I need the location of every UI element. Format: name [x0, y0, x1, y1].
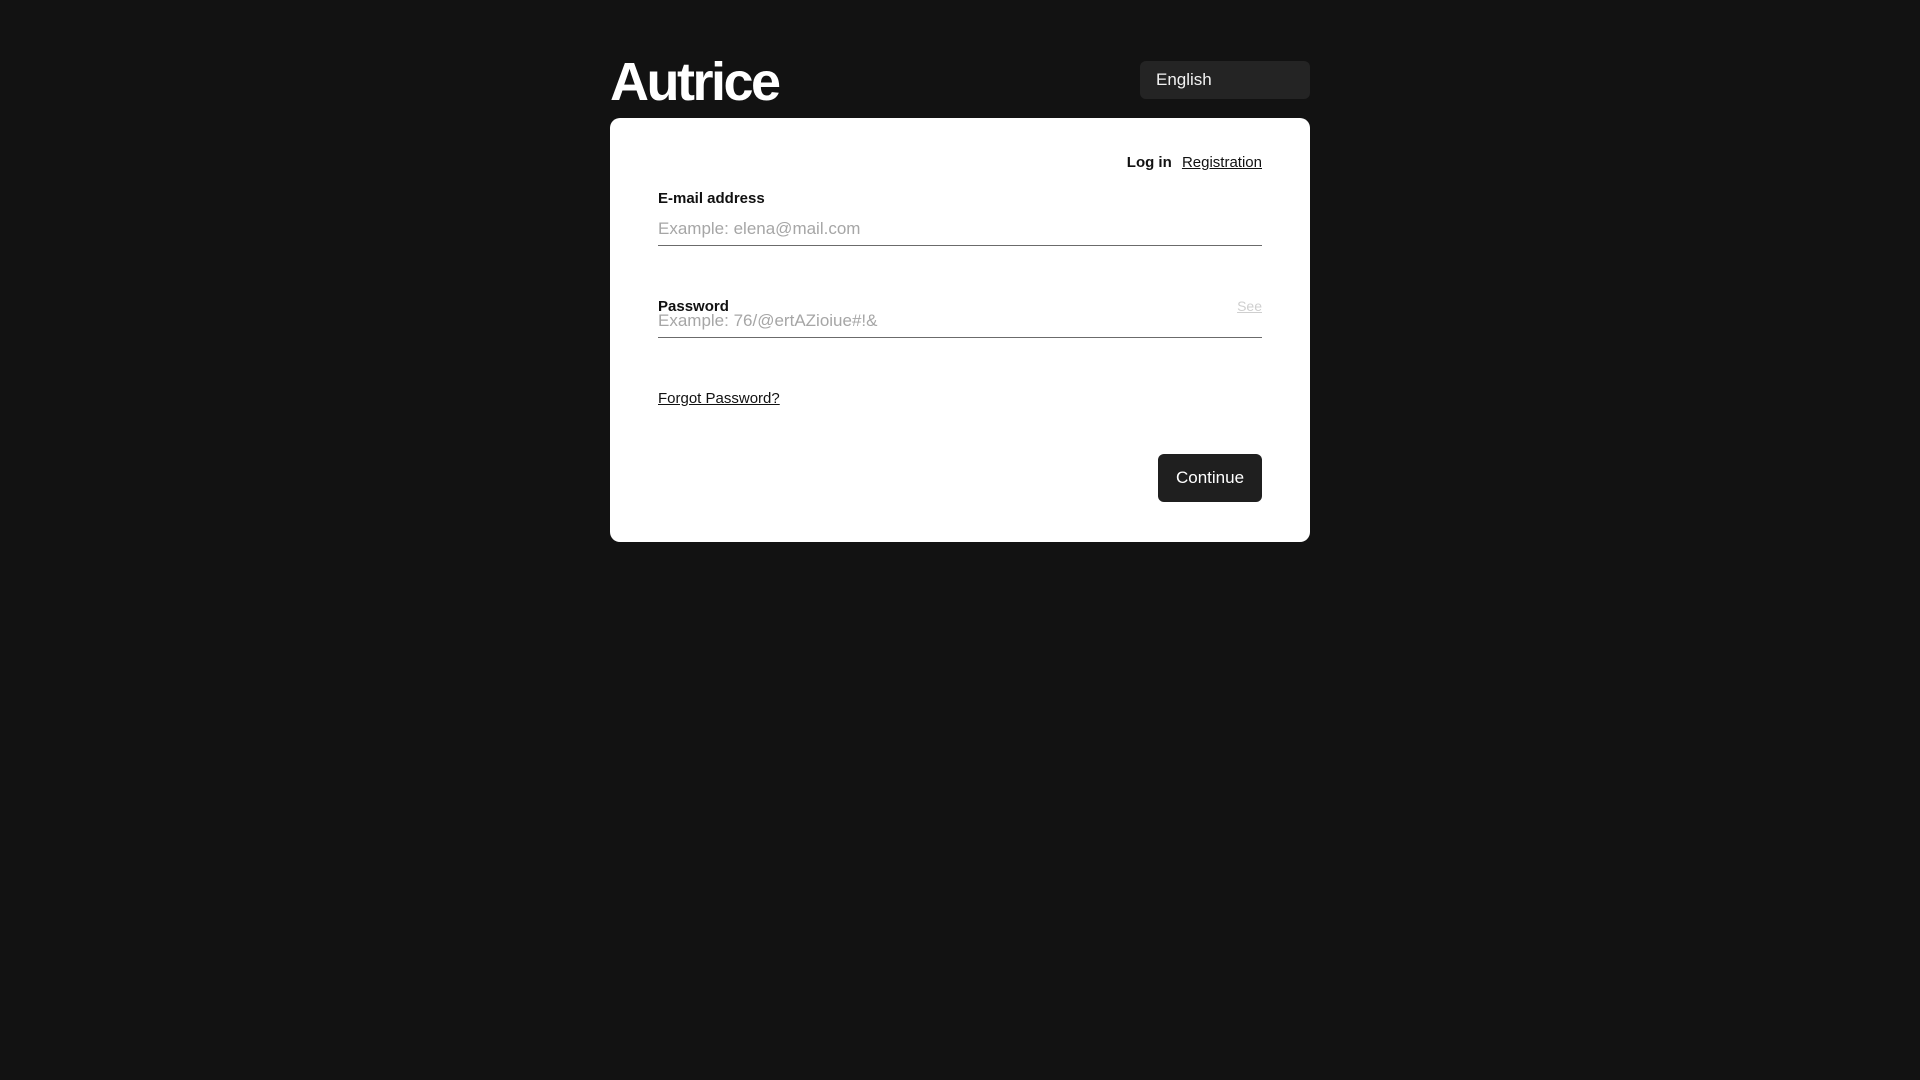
email-input[interactable] [658, 212, 1262, 246]
language-select[interactable]: English [1140, 61, 1310, 99]
login-container: Autrice English Log in Registration E-ma… [610, 52, 1310, 542]
header: Autrice English [610, 52, 1310, 118]
email-label: E-mail address [658, 190, 765, 207]
forgot-password-link[interactable]: Forgot Password? [658, 390, 780, 407]
brand-logo: Autrice [610, 52, 781, 112]
login-card: Log in Registration E-mail address Passw… [610, 118, 1310, 542]
continue-button[interactable]: Continue [1158, 454, 1262, 502]
tab-registration[interactable]: Registration [1182, 154, 1262, 171]
auth-tabs: Log in Registration [1127, 154, 1262, 171]
password-input[interactable] [658, 304, 1262, 338]
tab-login[interactable]: Log in [1127, 154, 1172, 171]
